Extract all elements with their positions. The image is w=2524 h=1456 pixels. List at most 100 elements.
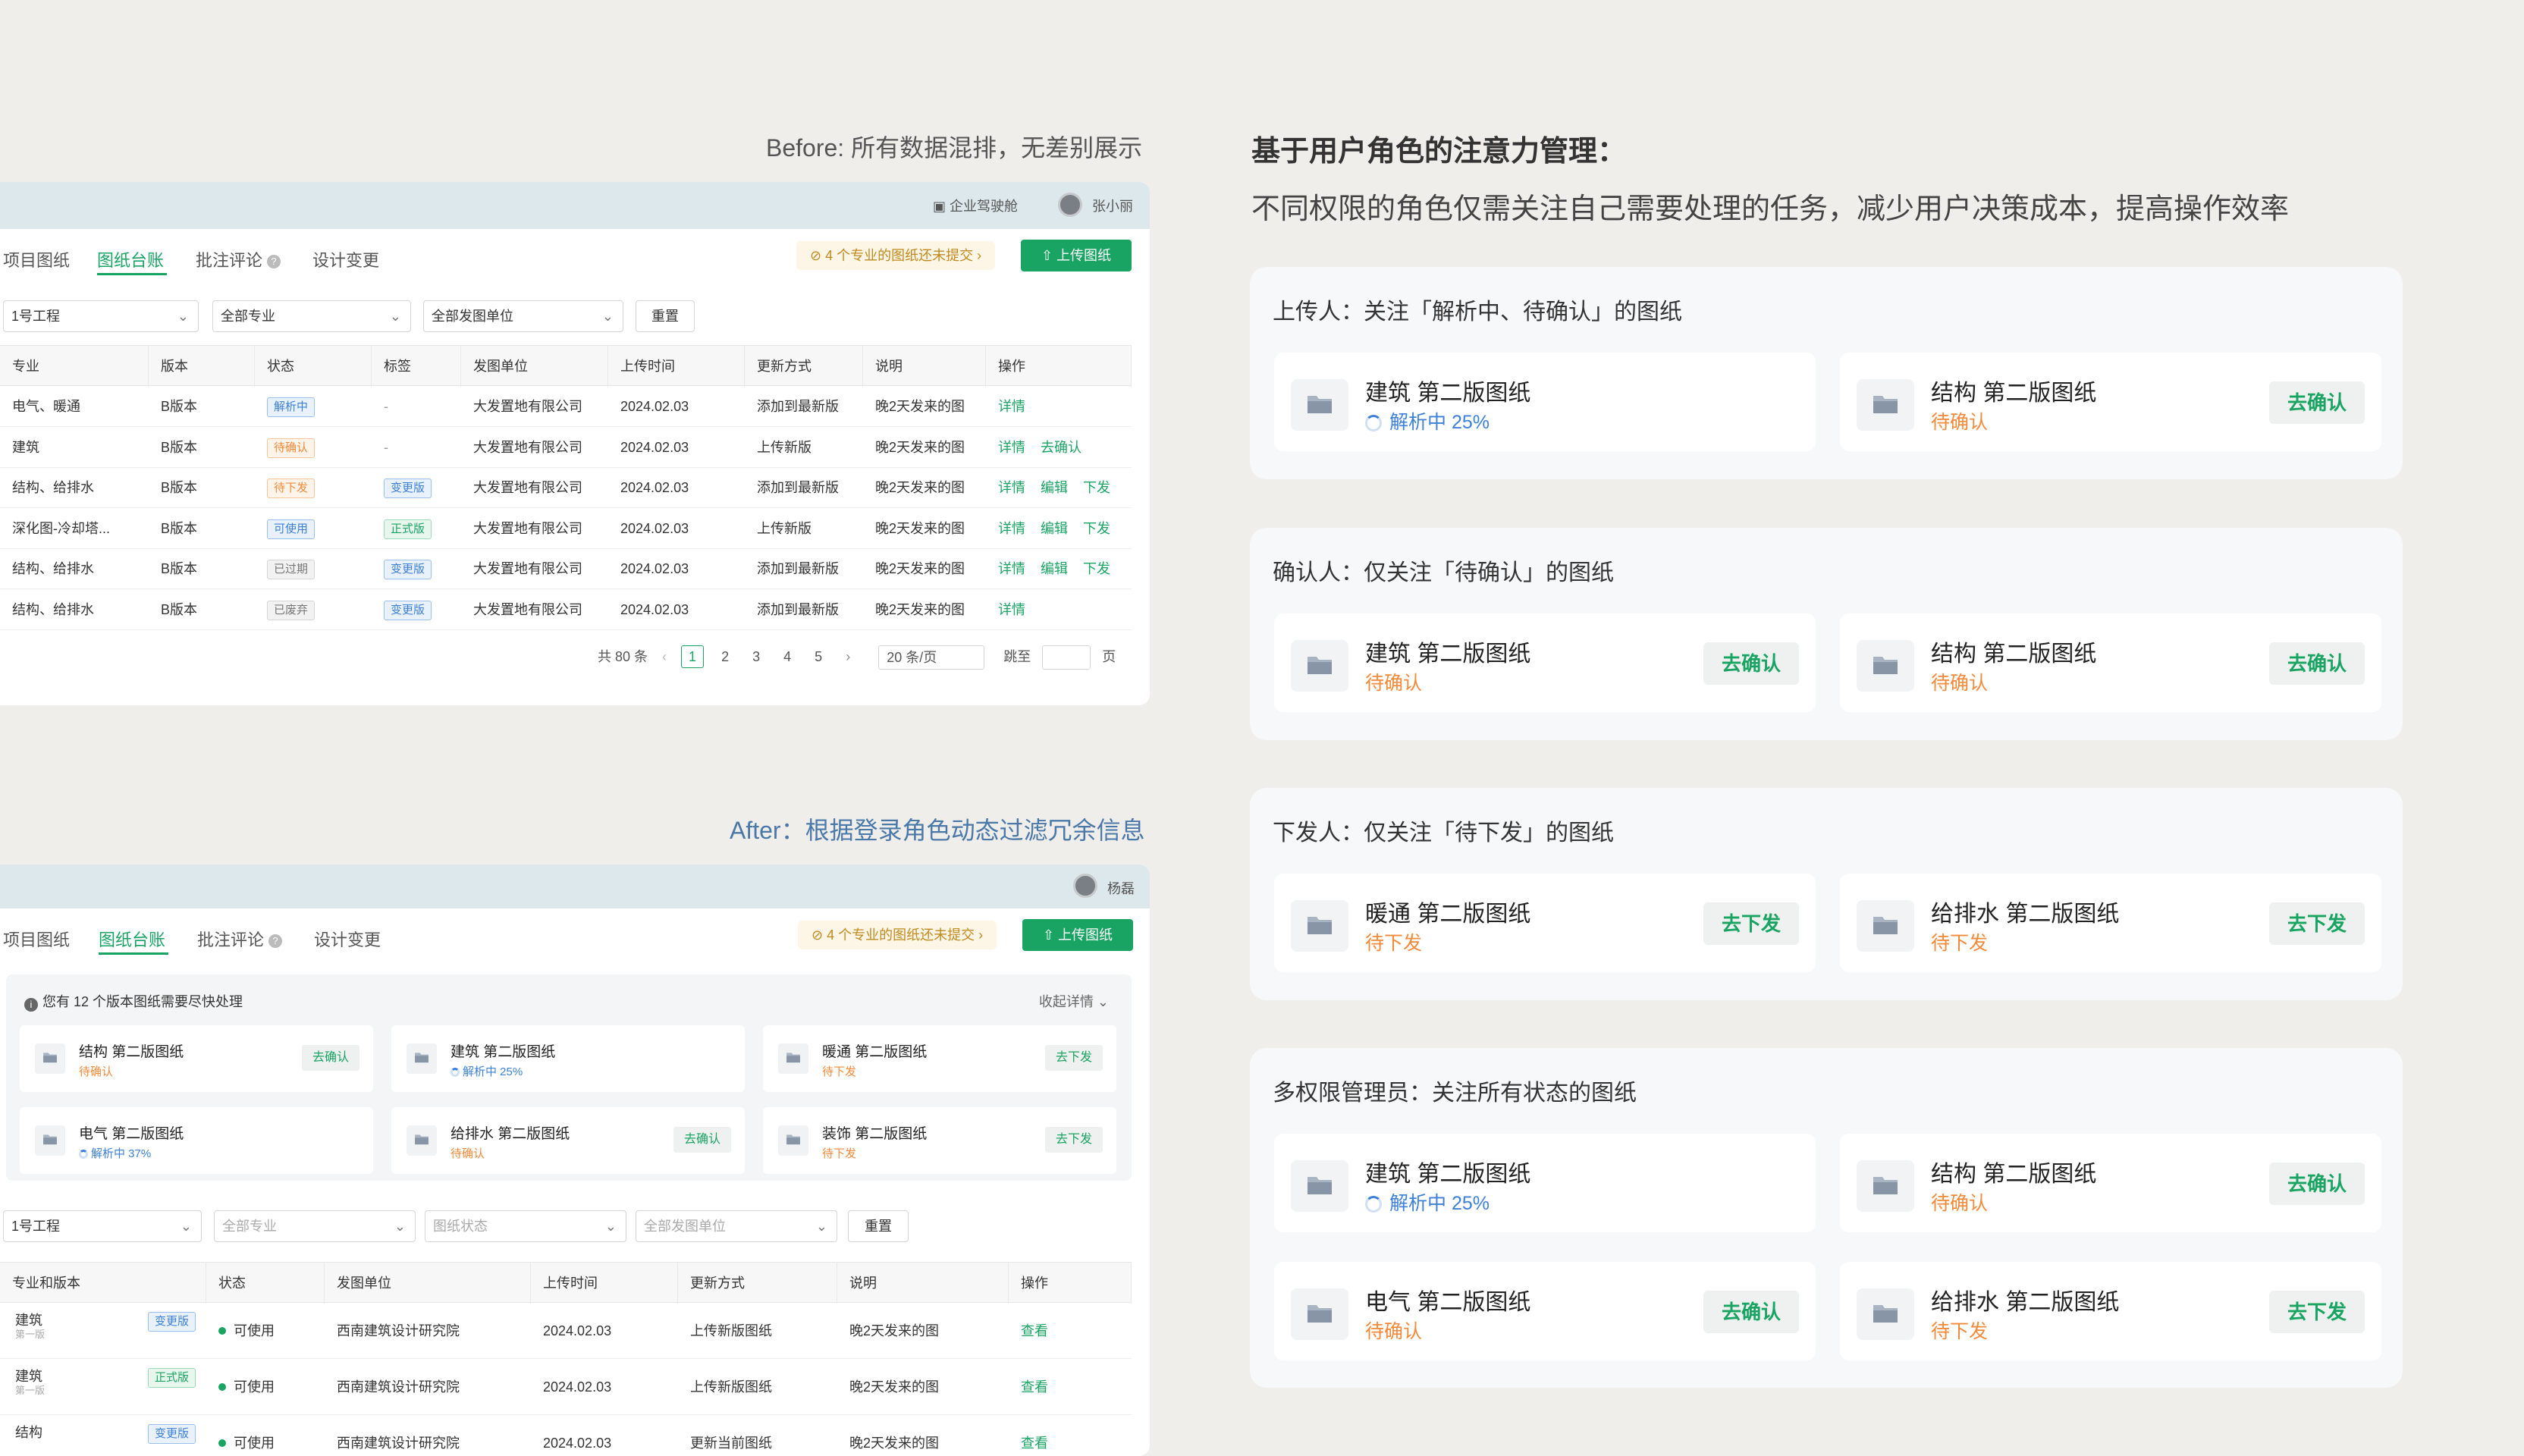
- column-header: 上传时间: [531, 1263, 678, 1304]
- before-screenshot: ▣ 企业驾驶舱 张小丽 项目图纸 图纸台账 批注评论? 设计变更 ⊘ 4 个专业…: [0, 182, 1150, 705]
- card-action-button[interactable]: 去确认: [2268, 1163, 2365, 1205]
- reset-button[interactable]: 重置: [636, 300, 695, 332]
- folder-icon: [35, 1125, 65, 1156]
- page-3[interactable]: 3: [752, 649, 760, 664]
- todo-card[interactable]: 装饰 第二版图纸 待下发 去下发: [763, 1107, 1116, 1174]
- drawing-card[interactable]: 给排水 第二版图纸 待下发 去下发: [1840, 1262, 2381, 1360]
- todo-action-button[interactable]: 去下发: [1044, 1045, 1103, 1071]
- row-action-link[interactable]: 编辑: [1041, 521, 1068, 536]
- project-select[interactable]: 1号工程 ⌄: [3, 300, 199, 332]
- card-action-button[interactable]: 去确认: [1703, 1291, 1799, 1333]
- card-action-button[interactable]: 去下发: [2268, 902, 2365, 945]
- upload-button[interactable]: ⇧ 上传图纸: [1022, 919, 1133, 951]
- todo-card[interactable]: 结构 第二版图纸 待确认 去确认: [20, 1025, 373, 1092]
- chevron-down-icon: ⌄: [177, 309, 189, 324]
- row-action-link[interactable]: 下发: [1083, 561, 1110, 576]
- version-tag: 变更版: [384, 479, 432, 499]
- drawing-card[interactable]: 电气 第二版图纸 待确认 去确认: [1274, 1262, 1816, 1360]
- unit-select[interactable]: 全部发图单位 ⌄: [636, 1210, 837, 1242]
- view-link[interactable]: 查看: [1021, 1436, 1048, 1451]
- todo-card[interactable]: 给排水 第二版图纸 待确认 去确认: [391, 1107, 745, 1174]
- cockpit-link[interactable]: ▣ 企业驾驶舱: [933, 196, 1018, 215]
- todo-card[interactable]: 暖通 第二版图纸 待下发 去下发: [763, 1025, 1116, 1092]
- project-select[interactable]: 1号工程 ⌄: [3, 1210, 202, 1242]
- row-action-link[interactable]: 详情: [998, 521, 1025, 536]
- drawing-card[interactable]: 结构 第二版图纸 待确认 去确认: [1840, 353, 2381, 451]
- tab-comments[interactable]: 批注评论?: [197, 927, 283, 951]
- drawing-card[interactable]: 建筑 第二版图纸 解析中 25%: [1274, 353, 1816, 451]
- todo-card[interactable]: 建筑 第二版图纸 解析中 25%: [391, 1025, 745, 1092]
- todo-action-button[interactable]: 去下发: [1044, 1127, 1103, 1153]
- status-select-value: 图纸状态: [433, 1219, 488, 1234]
- status-cell: 已过期: [255, 548, 372, 589]
- drawing-card[interactable]: 建筑 第二版图纸 待确认 去确认: [1274, 613, 1816, 712]
- todo-action-button[interactable]: 去确认: [673, 1127, 731, 1153]
- tab-drawing-ledger[interactable]: 图纸台账: [99, 927, 165, 951]
- unit-select[interactable]: 全部发图单位 ⌄: [423, 300, 623, 332]
- row-action-link[interactable]: 详情: [998, 440, 1025, 455]
- row-action-link[interactable]: 编辑: [1041, 480, 1068, 495]
- row-action-link[interactable]: 详情: [998, 399, 1025, 414]
- page-1[interactable]: 1: [681, 645, 705, 668]
- row-action-link[interactable]: 编辑: [1041, 561, 1068, 576]
- version-cell: B版本: [161, 520, 198, 536]
- avatar[interactable]: [1058, 193, 1082, 217]
- reset-button[interactable]: 重置: [848, 1210, 909, 1242]
- top-bar: ▣ 企业驾驶舱 张小丽: [0, 182, 1150, 229]
- card-action-button[interactable]: 去确认: [2268, 642, 2365, 685]
- chevron-down-icon: ⌄: [601, 309, 614, 324]
- row-action-link[interactable]: 下发: [1083, 480, 1110, 495]
- actions-cell: 详情: [986, 386, 1132, 427]
- tab-drawing-ledger[interactable]: 图纸台账: [97, 247, 164, 271]
- page-5[interactable]: 5: [815, 649, 822, 664]
- table-row: 建筑 第一版 正式版 可使用 西南建筑设计研究院 2024.02.03 上传新版图纸 晚2天发…: [0, 1359, 1132, 1415]
- prev-page-icon[interactable]: ‹: [662, 649, 667, 664]
- drawing-card[interactable]: 给排水 第二版图纸 待下发 去下发: [1840, 874, 2381, 972]
- view-link[interactable]: 查看: [1021, 1379, 1048, 1395]
- row-action-link[interactable]: 详情: [998, 561, 1025, 576]
- drawing-card[interactable]: 暖通 第二版图纸 待下发 去下发: [1274, 874, 1816, 972]
- tab-design-change[interactable]: 设计变更: [314, 927, 381, 951]
- status-select[interactable]: 图纸状态 ⌄: [425, 1210, 626, 1242]
- card-action-button[interactable]: 去下发: [2268, 1291, 2365, 1333]
- unsubmitted-notice[interactable]: ⊘ 4 个专业的图纸还未提交 ›: [798, 921, 997, 949]
- major-select[interactable]: 全部专业 ⌄: [214, 1210, 416, 1242]
- status-text: 待确认: [1931, 412, 1989, 433]
- drawing-name: 给排水 第二版图纸: [1931, 1290, 2120, 1315]
- collapse-button[interactable]: 收起详情 ⌄: [1039, 991, 1109, 1011]
- page-size-select[interactable]: 20 条/页: [878, 645, 985, 670]
- unsubmitted-notice[interactable]: ⊘ 4 个专业的图纸还未提交 ›: [796, 241, 996, 270]
- version-cell: B版本: [161, 480, 198, 495]
- page-4[interactable]: 4: [783, 649, 791, 664]
- avatar[interactable]: [1073, 874, 1097, 898]
- todo-card[interactable]: 电气 第二版图纸 解析中 37%: [20, 1107, 373, 1174]
- major-select[interactable]: 全部专业 ⌄: [212, 300, 411, 332]
- major-select-value: 全部专业: [222, 1219, 277, 1234]
- page-2[interactable]: 2: [721, 649, 729, 664]
- tab-project-drawings[interactable]: 项目图纸: [3, 247, 70, 271]
- todo-panel: i 您有 12 个版本图纸需要尽快处理 收起详情 ⌄ 结构 第二版图纸 待确认 去确认…: [6, 974, 1132, 1181]
- card-action-button[interactable]: 去下发: [1703, 902, 1799, 945]
- tab-comments[interactable]: 批注评论?: [196, 247, 281, 271]
- row-action-link[interactable]: 详情: [998, 602, 1025, 617]
- chevron-down-icon: ⌄: [394, 1219, 406, 1234]
- version-cell: B版本: [161, 439, 198, 455]
- jump-input[interactable]: [1042, 645, 1091, 670]
- drawing-card[interactable]: 结构 第二版图纸 待确认 去确认: [1840, 613, 2381, 712]
- next-page-icon[interactable]: ›: [846, 649, 850, 664]
- row-action-link[interactable]: 去确认: [1041, 440, 1081, 455]
- todo-action-button[interactable]: 去确认: [301, 1045, 359, 1071]
- row-action-link[interactable]: 下发: [1083, 521, 1110, 536]
- drawing-status: 待下发: [1365, 928, 1422, 956]
- tab-design-change[interactable]: 设计变更: [312, 247, 379, 271]
- card-action-button[interactable]: 去确认: [2268, 381, 2365, 424]
- row-action-link[interactable]: 详情: [998, 480, 1025, 495]
- view-link[interactable]: 查看: [1021, 1323, 1048, 1338]
- drawing-card[interactable]: 建筑 第二版图纸 解析中 25%: [1274, 1134, 1816, 1232]
- tab-project-drawings[interactable]: 项目图纸: [3, 927, 70, 951]
- card-action-button[interactable]: 去确认: [1703, 642, 1799, 685]
- upload-button[interactable]: ⇧ 上传图纸: [1021, 240, 1132, 271]
- drawing-name: 电气 第二版图纸: [1365, 1290, 1531, 1315]
- version-cell: B版本: [161, 399, 198, 414]
- drawing-card[interactable]: 结构 第二版图纸 待确认 去确认: [1840, 1134, 2381, 1232]
